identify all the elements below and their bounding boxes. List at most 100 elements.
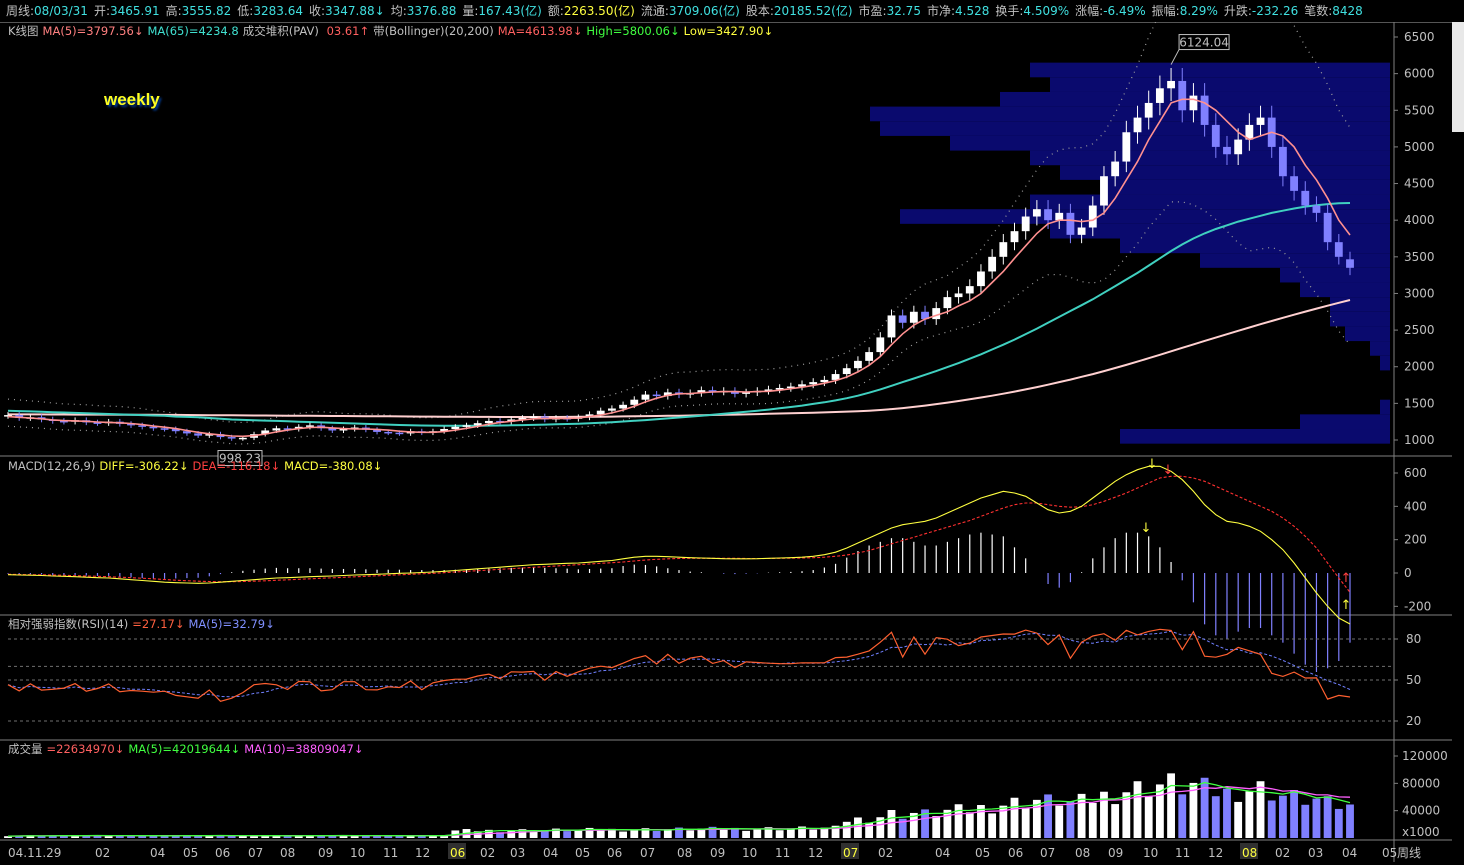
indicator-value: MA(65)=4234.8: [147, 24, 239, 38]
header-field-label: 换手:: [995, 4, 1024, 18]
header-field-value: 3347.88↓: [325, 4, 385, 18]
candle-body: [1323, 212, 1332, 243]
price-tick-label: 6000: [1404, 67, 1435, 81]
candle-body: [1021, 216, 1030, 232]
candle-body: [1133, 117, 1142, 133]
indicator-value: 带(Bollinger)(20,200): [373, 24, 494, 38]
pav-bar: [1100, 179, 1390, 195]
candle-body: [1256, 117, 1265, 125]
volume-tick-label: 120000: [1402, 749, 1448, 763]
x-axis-label: 08: [1075, 846, 1090, 860]
stock-chart[interactable]: 1000150020002500300035004000450050005500…: [0, 22, 1464, 865]
panel-name: 成交量: [8, 742, 43, 756]
price-tick-label: 2500: [1404, 323, 1435, 337]
candle-body: [865, 352, 874, 361]
volume-bar: [1077, 793, 1086, 838]
x-axis-label: 周线: [1397, 846, 1421, 860]
candle-body: [1010, 231, 1019, 243]
price-tick-label: 1500: [1404, 396, 1435, 410]
x-axis-label: 12: [808, 846, 823, 860]
candle-body: [1100, 176, 1108, 206]
candle-body: [1044, 209, 1052, 221]
volume-tick-label: 40000: [1402, 804, 1440, 818]
candle-body: [1111, 161, 1120, 177]
high-marker-label: 6124.04: [1179, 36, 1229, 50]
candle-body: [887, 315, 896, 338]
candle-body: [194, 433, 203, 436]
candle-body: [999, 242, 1008, 257]
header-field-label: 股本:: [745, 4, 774, 18]
header-field-label: 量:: [462, 4, 479, 18]
header-field-value: 08/03/31: [34, 4, 88, 18]
candle-body: [306, 425, 314, 427]
price-tick-label: 5500: [1404, 103, 1435, 117]
candle-body: [1167, 80, 1175, 89]
indicator-value: MA(5)=3797.56↓: [42, 24, 144, 38]
indicator-value: High=5800.06↓: [586, 24, 680, 38]
volume-tick-label: 80000: [1402, 776, 1440, 790]
x-axis-label: 12: [415, 846, 430, 860]
candle-body: [1144, 102, 1153, 118]
x-axis-label: 10: [742, 846, 757, 860]
x-axis-label: 04: [935, 846, 950, 860]
volume-bar: [619, 831, 627, 838]
candle-body: [932, 308, 941, 320]
x-axis-label: 06: [215, 846, 230, 860]
x-axis-label: 08: [677, 846, 692, 860]
ma200-line: [8, 299, 1351, 418]
candle-body: [529, 416, 538, 419]
candle-body: [954, 293, 963, 298]
header-field-label: 市净:: [926, 4, 955, 18]
volume-bar: [1290, 790, 1298, 838]
volume-bar: [630, 829, 639, 838]
macd-tick-label: 600: [1404, 466, 1427, 480]
volume-profile-area: [870, 62, 1390, 444]
x-axis-label: 03: [1308, 846, 1323, 860]
price-tick-label: 1000: [1404, 433, 1435, 447]
candle-body: [1189, 95, 1198, 111]
volume-bar: [1334, 808, 1343, 838]
volume-bar: [943, 809, 952, 838]
volume-bar: [529, 831, 538, 838]
panel-name: K线图: [8, 24, 39, 38]
header-field-label: 均:: [390, 4, 407, 18]
candle-body: [238, 437, 247, 440]
rsi-tick-label: 50: [1406, 673, 1421, 687]
x-axis-label: 05: [183, 846, 198, 860]
pav-bar: [1280, 267, 1390, 283]
header-field-value: 20185.52(亿): [773, 4, 853, 18]
candle-body: [842, 368, 851, 375]
candle-body: [1346, 259, 1354, 268]
candle-body: [484, 420, 493, 424]
macd-signal-arrow: ↑: [1341, 598, 1352, 613]
pav-bar: [1050, 77, 1390, 92]
right-toolbar-strip[interactable]: [1452, 22, 1464, 132]
candle-body: [1223, 146, 1231, 155]
volume-bar: [1111, 804, 1120, 838]
header-field-value: -6.49%: [1103, 4, 1146, 18]
rsi-panel-title: 相对强弱指数(RSI)(14) =27.17↓ MA(5)=32.79↓: [8, 617, 279, 631]
x-axis-label: 11: [1175, 846, 1190, 860]
header-field-value: 8428: [1332, 4, 1363, 18]
volume-bar: [842, 821, 851, 838]
indicator-value: Low=3427.90↓: [683, 24, 774, 38]
x-axis-label: 09: [1108, 846, 1123, 860]
volume-bar: [753, 829, 762, 838]
header-field-value: 32.75: [886, 4, 921, 18]
header-field-3: 低:3283.64: [237, 0, 303, 22]
header-field-8: 流通:3709.06(亿): [641, 0, 740, 22]
candle-body: [451, 426, 460, 430]
header-field-label: 低:: [237, 4, 254, 18]
pav-bar: [1370, 341, 1390, 356]
indicator-value: MA(10)=38809047↓: [244, 742, 364, 756]
candle-body: [977, 271, 985, 287]
volume-bar: [686, 830, 695, 838]
candle-body: [1122, 132, 1131, 162]
volume-bar: [932, 816, 941, 838]
header-field-label: 高:: [165, 4, 182, 18]
header-field-15: 升跌:-232.26: [1224, 0, 1298, 22]
x-axis-label: 08: [280, 846, 295, 860]
candle-body: [1312, 205, 1321, 213]
volume-unit-label: x1000: [1402, 825, 1440, 839]
pav-bar: [1030, 150, 1390, 166]
